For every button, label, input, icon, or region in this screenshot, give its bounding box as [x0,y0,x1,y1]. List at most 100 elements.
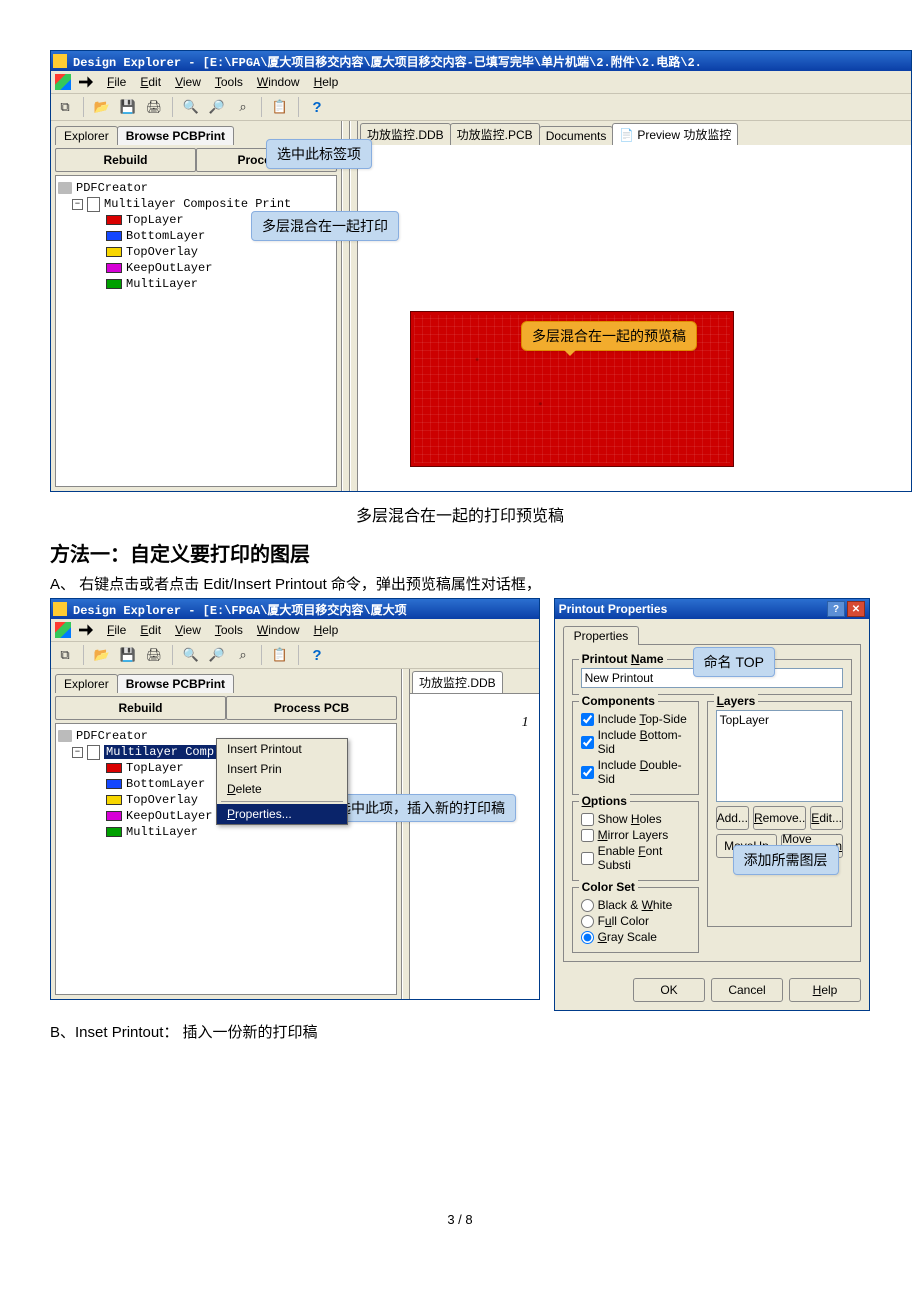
zoom-out-icon[interactable]: 🔎 [207,97,227,117]
layer-swatch-icon [106,827,122,837]
splitter[interactable] [350,121,358,491]
copy-icon[interactable]: 📋 [270,645,290,665]
menu-view[interactable]: View [169,621,207,639]
radio-bw[interactable]: Black & White [581,898,690,912]
zoom-in-icon[interactable]: 🔍 [181,645,201,665]
save-icon[interactable]: 💾 [118,645,138,665]
tree-icon[interactable]: ⧉ [55,97,75,117]
chk-include-top[interactable]: Include Top-Side [581,712,690,726]
doc-tab-documents[interactable]: Documents [539,126,614,145]
print-icon[interactable]: 🖨 [144,97,164,117]
ctx-properties[interactable]: Properties... [217,804,347,824]
layer-tree[interactable]: PDFCreator −Multilayer Comp TopLayer Bot… [55,723,397,995]
nav-arrow-icon[interactable] [79,75,93,89]
open-icon[interactable]: 📂 [92,645,112,665]
edit-button[interactable]: Edit... [810,806,843,830]
menu-help[interactable]: Help [308,73,345,91]
rebuild-button[interactable]: Rebuild [55,148,196,172]
left-panel: Explorer Browse PCBPrint Rebuild Process… [51,669,402,999]
components-group: Components Include Top-Side Include Bott… [572,701,699,795]
menu-file[interactable]: File [101,621,132,639]
collapse-icon[interactable]: − [72,747,83,758]
menu-window[interactable]: Window [251,73,306,91]
preview-doc-icon: 📄 [619,128,634,142]
layer-swatch-icon [106,231,122,241]
chk-show-holes[interactable]: Show Holes [581,812,690,826]
printer-icon [58,182,72,194]
doc-tab-ddb[interactable]: 功放监控.DDB [412,671,503,693]
help-icon[interactable]: ? [307,645,327,665]
ok-button[interactable]: OK [633,978,705,1002]
menu-edit[interactable]: Edit [134,621,167,639]
menu-window[interactable]: Window [251,621,306,639]
nav-arrow-icon[interactable] [79,623,93,637]
ctx-insert-printout[interactable]: Insert Printout [217,739,347,759]
process-pcb-button[interactable]: Process PCB [226,696,397,720]
doc-tab-ddb[interactable]: 功放监控.DDB [360,123,451,145]
tab-browse-pcbprint[interactable]: Browse PCBPrint [117,674,234,693]
menubar: File Edit View Tools Window Help [51,619,539,642]
ctx-insert-prin[interactable]: Insert Prin [217,759,347,779]
help-button[interactable]: Help [789,978,861,1002]
window-title: Design Explorer - [E:\FPGA\厦大项目移交内容\厦大项 [73,601,407,618]
tab-explorer[interactable]: Explorer [55,126,118,145]
menu-edit[interactable]: Edit [134,73,167,91]
doc-tab-preview[interactable]: 📄 Preview 功放监控 [612,123,738,145]
splitter[interactable] [342,121,350,491]
doc-tab-pcb[interactable]: 功放监控.PCB [450,123,540,145]
layers-group: Layers TopLayer Add... Remove.. Edit... [707,701,852,927]
callout-add-layers: 添加所需图层 [733,845,839,875]
layer-swatch-icon [106,215,122,225]
remove-button[interactable]: Remove.. [753,806,806,830]
menu-view[interactable]: View [169,73,207,91]
right-panel: 功放监控.DDB 1 [410,669,539,999]
menu-help[interactable]: Help [308,621,345,639]
left-panel: Explorer Browse PCBPrint Rebuild Process… [51,121,342,491]
layer-swatch-icon [106,779,122,789]
radio-full-color[interactable]: Full Color [581,914,690,928]
chk-mirror-layers[interactable]: Mirror Layers [581,828,690,842]
zoom-area-icon[interactable]: ⌕ [233,645,253,665]
zoom-area-icon[interactable]: ⌕ [233,97,253,117]
copy-icon[interactable]: 📋 [270,97,290,117]
print-icon[interactable]: 🖨 [144,645,164,665]
dialog-title: Printout Properties [559,602,668,616]
radio-gray-scale[interactable]: Gray Scale [581,930,690,944]
splitter[interactable] [402,669,410,999]
menu-tools[interactable]: Tools [209,73,249,91]
dialog-close-icon[interactable]: ✕ [847,601,865,617]
layer-swatch-icon [106,247,122,257]
zoom-out-icon[interactable]: 🔎 [207,645,227,665]
document-tabs: 功放监控.DDB 功放监控.PCB Documents 📄 Preview 功放… [358,121,911,146]
layers-list-item[interactable]: TopLayer [720,713,839,727]
tab-browse-pcbprint[interactable]: Browse PCBPrint [117,126,234,145]
chk-include-bottom[interactable]: Include Bottom-Sid [581,728,690,756]
dialog-tab-properties[interactable]: Properties [563,626,640,645]
callout-mix-print: 多层混合在一起打印 [251,211,399,241]
menu-tools[interactable]: Tools [209,621,249,639]
ctx-delete[interactable]: Delete [217,779,347,799]
dialog-titlebar: Printout Properties ? ✕ [555,599,869,619]
menu-file[interactable]: File [101,73,132,91]
page-number: 3 / 8 [50,1212,870,1227]
chk-include-double[interactable]: Include Double-Sid [581,758,690,786]
open-icon[interactable]: 📂 [92,97,112,117]
tab-explorer[interactable]: Explorer [55,674,118,693]
collapse-icon[interactable]: − [72,199,83,210]
callout-insert-new: 选中此项，插入新的打印稿 [326,794,516,822]
titlebar: Design Explorer - [E:\FPGA\厦大项目移交内容\厦大项 [51,599,539,619]
zoom-in-icon[interactable]: 🔍 [181,97,201,117]
tree-icon[interactable]: ⧉ [55,645,75,665]
cancel-button[interactable]: Cancel [711,978,783,1002]
doc-icon [87,197,100,212]
layers-listbox[interactable]: TopLayer [716,710,843,802]
help-icon[interactable]: ? [307,97,327,117]
rebuild-button[interactable]: Rebuild [55,696,226,720]
chk-font-substi[interactable]: Enable Font Substi [581,844,690,872]
selected-tree-item[interactable]: Multilayer Comp [104,745,216,759]
window-title: Design Explorer - [E:\FPGA\厦大项目移交内容\厦大项目… [73,53,702,70]
add-button[interactable]: Add... [716,806,749,830]
layer-swatch-icon [106,263,122,273]
dialog-help-icon[interactable]: ? [827,601,845,617]
save-icon[interactable]: 💾 [118,97,138,117]
